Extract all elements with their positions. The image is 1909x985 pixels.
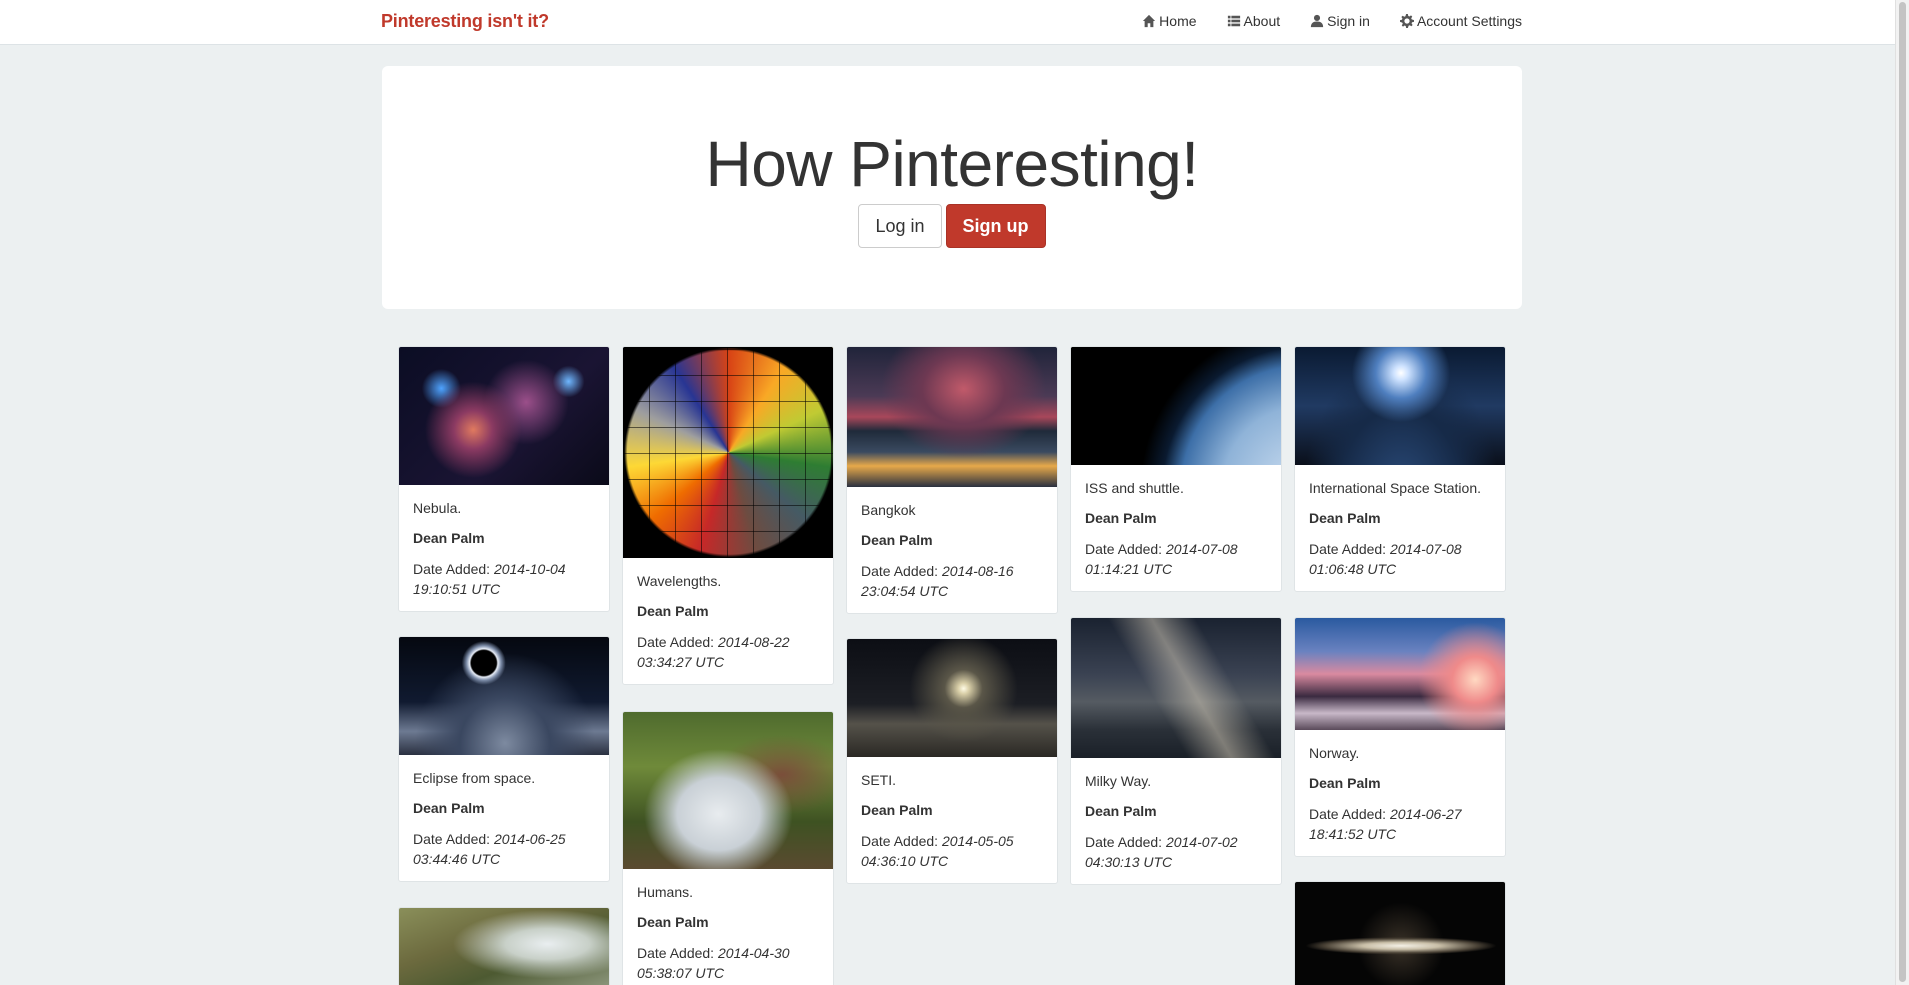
nav-about-label: About	[1243, 13, 1281, 29]
pin-date: Date Added: 2014-04-30 05:38:07 UTC	[637, 945, 790, 981]
nav-account-settings-link[interactable]: Account Settings	[1399, 13, 1522, 29]
pin-description: Humans.	[637, 884, 694, 900]
pin-user: Dean Palm	[413, 530, 485, 546]
pin-description: ISS and shuttle.	[1085, 480, 1184, 496]
pin-user: Dean Palm	[1309, 775, 1381, 791]
pin-description: Wavelengths.	[637, 573, 722, 589]
login-button[interactable]: Log in	[858, 204, 942, 248]
pin-card[interactable]: Norway. Dean Palm Date Added: 2014-06-27…	[1294, 617, 1506, 857]
pin-image-wavelengths[interactable]	[623, 347, 833, 558]
list-icon	[1227, 15, 1240, 27]
pin-user: Dean Palm	[1085, 803, 1157, 819]
nav-signin-label: Sign in	[1327, 13, 1370, 29]
hero-buttons: Log in Sign up	[382, 204, 1522, 248]
pin-description: SETI.	[861, 772, 897, 788]
user-icon	[1311, 14, 1324, 28]
pin-card[interactable]	[1294, 881, 1506, 985]
pin-card[interactable]: Wavelengths. Dean Palm Date Added: 2014-…	[622, 346, 834, 685]
pin-date: Date Added: 2014-07-08 01:06:48 UTC	[1309, 541, 1462, 577]
pin-date: Date Added: 2014-08-22 03:34:27 UTC	[637, 634, 790, 670]
pin-card[interactable]: Milky Way. Dean Palm Date Added: 2014-07…	[1070, 617, 1282, 885]
pin-image-bangkok[interactable]	[847, 347, 1057, 487]
pin-card[interactable]: Nebula. Dean Palm Date Added: 2014-10-04…	[398, 346, 610, 612]
pin-image-eclipse[interactable]	[399, 637, 609, 755]
nav-home-label: Home	[1159, 13, 1197, 29]
pin-date: Date Added: 2014-07-02 04:30:13 UTC	[1085, 834, 1238, 870]
pin-image-nebula[interactable]	[399, 347, 609, 485]
signup-button[interactable]: Sign up	[945, 204, 1046, 248]
home-icon	[1143, 14, 1156, 28]
pin-image-sombrero-galaxy[interactable]	[1295, 882, 1505, 985]
pin-card[interactable]: International Space Station. Dean Palm D…	[1294, 346, 1506, 592]
pin-description: International Space Station.	[1309, 480, 1482, 496]
pin-date: Date Added: 2014-10-04 19:10:51 UTC	[413, 561, 566, 597]
pin-description: Bangkok	[861, 502, 916, 518]
pin-card[interactable]: ISS and shuttle. Dean Palm Date Added: 2…	[1070, 346, 1282, 592]
pin-image-humans[interactable]	[623, 712, 833, 869]
pin-date: Date Added: 2014-05-05 04:36:10 UTC	[861, 833, 1014, 869]
pin-date: Date Added: 2014-07-08 01:14:21 UTC	[1085, 541, 1238, 577]
pin-image-milky-way[interactable]	[1071, 618, 1281, 758]
pin-user: Dean Palm	[861, 532, 933, 548]
pin-user: Dean Palm	[1309, 510, 1381, 526]
brand-link[interactable]: Pinteresting isn't it?	[381, 11, 549, 32]
pin-user: Dean Palm	[637, 914, 709, 930]
pin-user: Dean Palm	[1085, 510, 1157, 526]
hero-title: How Pinteresting!	[705, 128, 1199, 200]
pin-card[interactable]: Humans. Dean Palm Date Added: 2014-04-30…	[622, 711, 834, 985]
pin-image-mountains[interactable]	[399, 908, 609, 985]
pin-description: Nebula.	[413, 500, 462, 516]
pin-description: Milky Way.	[1085, 773, 1152, 789]
pin-date: Date Added: 2014-08-16 23:04:54 UTC	[861, 563, 1014, 599]
nav-about-link[interactable]: About	[1227, 13, 1281, 29]
pin-user: Dean Palm	[637, 603, 709, 619]
pin-image-seti[interactable]	[847, 639, 1057, 757]
page-scrollbar[interactable]	[1895, 0, 1909, 985]
pin-card[interactable]: Bangkok Dean Palm Date Added: 2014-08-16…	[846, 346, 1058, 614]
nav-signin-link[interactable]: Sign in	[1310, 13, 1370, 29]
pin-card[interactable]: SETI. Dean Palm Date Added: 2014-05-05 0…	[846, 638, 1058, 884]
pin-card[interactable]	[398, 907, 610, 985]
pin-user: Dean Palm	[861, 802, 933, 818]
pin-description: Norway.	[1309, 745, 1360, 761]
pin-description: Eclipse from space.	[413, 770, 536, 786]
navbar: Pinteresting isn't it? Home About Sign i…	[0, 0, 1909, 45]
pin-image-international-space-station[interactable]	[1295, 347, 1505, 465]
gear-icon	[1399, 14, 1414, 28]
nav-account-settings-label: Account Settings	[1416, 13, 1522, 29]
pin-image-iss-shuttle[interactable]	[1071, 347, 1281, 465]
hero-jumbotron: How Pinteresting! Log in Sign up	[382, 66, 1522, 309]
pin-card[interactable]: Eclipse from space. Dean Palm Date Added…	[398, 636, 610, 882]
nav-home-link[interactable]: Home	[1142, 13, 1197, 29]
pin-date: Date Added: 2014-06-27 18:41:52 UTC	[1309, 806, 1462, 842]
pin-user: Dean Palm	[413, 800, 485, 816]
nav-links: Home About Sign in Account Settings	[1112, 13, 1522, 29]
scrollbar-thumb[interactable]	[1899, 2, 1906, 982]
pin-image-norway[interactable]	[1295, 618, 1505, 730]
pin-date: Date Added: 2014-06-25 03:44:46 UTC	[413, 831, 566, 867]
